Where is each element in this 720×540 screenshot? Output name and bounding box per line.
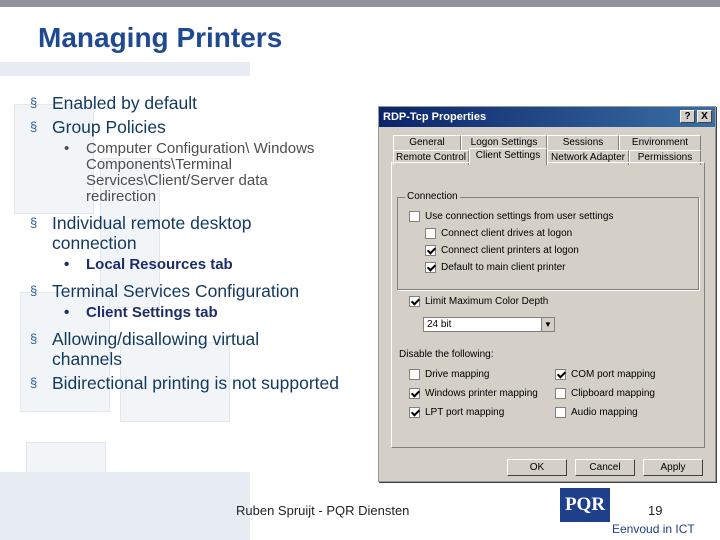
checkbox-box[interactable]: [409, 369, 420, 380]
bullet-text: Enabled by default: [52, 93, 197, 113]
slide-title: Managing Printers: [38, 22, 283, 53]
checkbox-label: Drive mapping: [425, 369, 490, 380]
use-user-settings-checkbox[interactable]: Use connection settings from user settin…: [409, 211, 613, 222]
checkbox-box-checked[interactable]: [425, 262, 436, 273]
pqr-logo: PQR: [560, 488, 610, 522]
apply-button[interactable]: Apply: [643, 459, 703, 476]
checkbox-box-checked[interactable]: [409, 407, 420, 418]
bullet-marker: §: [30, 119, 38, 134]
checkbox-box[interactable]: [555, 407, 566, 418]
sub-bullet-marker: •: [64, 304, 70, 321]
cancel-button[interactable]: Cancel: [575, 459, 635, 476]
checkbox-box-checked[interactable]: [409, 296, 420, 307]
chevron-down-icon[interactable]: ▼: [541, 318, 554, 331]
color-depth-value: 24 bit: [427, 319, 452, 330]
help-button[interactable]: ?: [680, 110, 695, 123]
ok-button[interactable]: OK: [507, 459, 567, 476]
sub-bullet-marker: •: [64, 256, 70, 273]
bullet-text: Terminal Services Configuration: [52, 281, 300, 301]
top-bar: [0, 0, 720, 7]
windows-printer-mapping-checkbox[interactable]: Windows printer mapping: [409, 388, 538, 399]
drive-mapping-checkbox[interactable]: Drive mapping: [409, 369, 489, 380]
tab-sessions[interactable]: Sessions: [547, 135, 619, 150]
sub-bullet-text: Local Resources tab: [86, 256, 233, 273]
disable-following-label: Disable the following:: [399, 349, 494, 360]
checkbox-box-checked[interactable]: [555, 369, 566, 380]
checkbox-box-checked[interactable]: [409, 388, 420, 399]
sub-bullet-marker: •: [64, 140, 70, 157]
footer-tagline: Eenvoud in ICT: [612, 522, 695, 536]
bullet-text: Individual remote desktop connection: [52, 213, 252, 253]
checkbox-box[interactable]: [555, 388, 566, 399]
checkbox-label: Limit Maximum Color Depth: [425, 296, 549, 307]
bullet-text: Group Policies: [52, 117, 166, 137]
checkbox-label: Default to main client printer: [441, 262, 566, 273]
bullet-marker: §: [30, 95, 38, 110]
sub-bullet-item: • Local Resources tab: [30, 257, 360, 273]
sub-bullet-text: Computer Configuration\ Windows Componen…: [86, 140, 315, 205]
bullet-item: § Allowing/disallowing virtual channels: [30, 329, 300, 369]
connect-printers-checkbox[interactable]: Connect client printers at logon: [425, 245, 579, 256]
checkbox-label: LPT port mapping: [425, 407, 505, 418]
bullet-item: § Group Policies: [30, 117, 360, 137]
bullet-text: Bidirectional printing is not supported: [52, 373, 339, 393]
limit-color-depth-checkbox[interactable]: Limit Maximum Color Depth: [409, 296, 548, 307]
checkbox-label: Windows printer mapping: [425, 388, 538, 399]
bullet-text: Allowing/disallowing virtual channels: [52, 329, 260, 369]
checkbox-label: Clipboard mapping: [571, 388, 655, 399]
default-printer-checkbox[interactable]: Default to main client printer: [425, 262, 566, 273]
close-button[interactable]: X: [697, 110, 712, 123]
checkbox-box[interactable]: [425, 228, 436, 239]
page-number: 19: [648, 503, 663, 518]
tab-row-back: General Logon Settings Sessions Environm…: [393, 135, 701, 150]
checkbox-label: COM port mapping: [571, 369, 656, 380]
color-depth-select[interactable]: 24 bit ▼: [423, 317, 555, 332]
checkbox-label: Connect client printers at logon: [441, 245, 579, 256]
connection-legend: Connection: [405, 191, 460, 202]
audio-mapping-checkbox[interactable]: Audio mapping: [555, 407, 638, 418]
rdp-tcp-properties-dialog: RDP-Tcp Properties ? X General Logon Set…: [378, 106, 716, 482]
bullet-marker: §: [30, 331, 38, 346]
com-port-mapping-checkbox[interactable]: COM port mapping: [555, 369, 655, 380]
bullet-marker: §: [30, 283, 38, 298]
tab-environment[interactable]: Environment: [619, 135, 701, 150]
bullet-item: § Enabled by default: [30, 93, 360, 113]
clipboard-mapping-checkbox[interactable]: Clipboard mapping: [555, 388, 655, 399]
connect-drives-checkbox[interactable]: Connect client drives at logon: [425, 228, 572, 239]
checkbox-label: Use connection settings from user settin…: [425, 211, 614, 222]
dialog-titlebar: RDP-Tcp Properties ? X: [379, 107, 715, 127]
checkbox-label: Audio mapping: [571, 407, 638, 418]
checkbox-box[interactable]: [409, 211, 420, 222]
dialog-title: RDP-Tcp Properties: [383, 111, 487, 123]
sub-bullet-item: • Computer Configuration\ Windows Compone…: [30, 141, 320, 205]
bullet-list: § Enabled by default § Group Policies • Com…: [30, 93, 360, 397]
sub-bullet-text: Client Settings tab: [86, 304, 218, 321]
bullet-item: § Terminal Services Configuration: [30, 281, 360, 301]
tab-general[interactable]: General: [393, 135, 461, 150]
bullet-marker: §: [30, 215, 38, 230]
tab-client-settings[interactable]: Client Settings: [469, 148, 547, 165]
checkbox-label: Connect client drives at logon: [441, 228, 573, 239]
bullet-item: § Bidirectional printing is not supported: [30, 373, 360, 393]
logo-text: PQR: [564, 494, 606, 515]
lpt-port-mapping-checkbox[interactable]: LPT port mapping: [409, 407, 504, 418]
bullet-item: § Individual remote desktop connection: [30, 213, 300, 253]
footer-author: Ruben Spruijt - PQR Diensten: [236, 503, 410, 518]
sub-bullet-item: • Client Settings tab: [30, 305, 360, 321]
checkbox-box-checked[interactable]: [425, 245, 436, 256]
bullet-marker: §: [30, 375, 38, 390]
